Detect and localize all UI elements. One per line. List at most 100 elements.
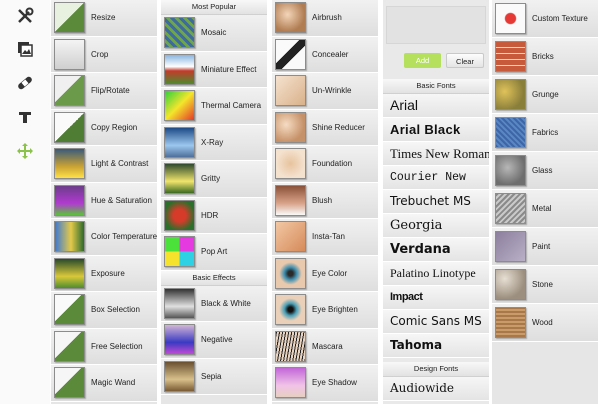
exposure-icon	[54, 257, 85, 289]
tool-label: Color Temperature	[91, 232, 157, 242]
touchup-label: Insta-Tan	[312, 232, 345, 242]
effect-x-ray[interactable]: X-Ray	[161, 124, 267, 161]
effect-label: HDR	[201, 210, 219, 220]
font-times-new-roman[interactable]: Times New Roman	[383, 142, 489, 166]
tool-crop[interactable]: Crop	[51, 36, 157, 73]
effect-negative[interactable]: Negative	[161, 322, 267, 359]
texture-label: Wood	[532, 318, 553, 327]
wood-icon	[495, 307, 526, 338]
tool-magic-wand[interactable]: Magic Wand	[51, 365, 157, 402]
tool-label: Crop	[91, 49, 109, 59]
tool-resize[interactable]: Resize	[51, 0, 157, 37]
font-arial[interactable]: Arial	[383, 94, 489, 118]
texture-grunge[interactable]: Grunge	[492, 76, 598, 114]
font-georgia[interactable]: Georgia	[383, 214, 489, 238]
tool-label: Light & Contrast	[91, 159, 149, 169]
tools-icon[interactable]	[14, 5, 36, 27]
texture-wood[interactable]: Wood	[492, 304, 598, 342]
flip-rotate-icon	[54, 75, 85, 107]
mosaic-icon	[164, 17, 195, 49]
touchup-blush[interactable]: Blush	[272, 182, 378, 219]
tool-color-temperature[interactable]: Color Temperature	[51, 219, 157, 256]
font-audiowide[interactable]: Audiowide	[383, 377, 489, 401]
crop-icon	[54, 38, 85, 70]
font-comic-sans-ms[interactable]: Comic Sans MS	[383, 310, 489, 334]
effects-column: Most Popular Mosaic Miniature Effect The…	[161, 0, 267, 404]
tool-label: Copy Region	[91, 122, 138, 132]
texture-custom[interactable]: Custom Texture	[492, 0, 598, 38]
effect-sepia[interactable]: Sepia	[161, 358, 267, 395]
text-input-area[interactable]	[386, 6, 486, 44]
texture-label: Custom Texture	[532, 14, 588, 23]
touchup-label: Un-Wrinkle	[312, 86, 352, 96]
un-wrinkle-icon	[275, 75, 306, 107]
touchup-mascara[interactable]: Mascara	[272, 328, 378, 365]
move-icon[interactable]	[14, 140, 36, 162]
add-button[interactable]: Add	[404, 53, 441, 68]
resize-icon	[54, 2, 85, 34]
effect-label: Sepia	[201, 371, 222, 381]
effect-pop-art[interactable]: Pop Art	[161, 234, 267, 271]
touchup-eye-color[interactable]: Eye Color	[272, 255, 378, 292]
eye-brighten-icon	[275, 294, 306, 326]
touchup-label: Blush	[312, 195, 333, 205]
effect-miniature[interactable]: Miniature Effect	[161, 51, 267, 88]
effect-mosaic[interactable]: Mosaic	[161, 15, 267, 52]
font-courier-new[interactable]: Courier New	[383, 166, 489, 190]
texture-bricks[interactable]: Bricks	[492, 38, 598, 76]
effect-black-white[interactable]: Black & White	[161, 285, 267, 322]
effect-thermal-camera[interactable]: Thermal Camera	[161, 88, 267, 125]
metal-icon	[495, 193, 526, 224]
font-arial-black[interactable]: Arial Black	[383, 118, 489, 142]
box-selection-icon	[54, 294, 85, 326]
tool-hue-saturation[interactable]: Hue & Saturation	[51, 182, 157, 219]
font-tahoma[interactable]: Tahoma	[383, 334, 489, 358]
font-impact[interactable]: Impact	[383, 286, 489, 310]
band-aid-icon[interactable]	[14, 72, 36, 94]
tool-copy-region[interactable]: Copy Region	[51, 109, 157, 146]
tool-box-selection[interactable]: Box Selection	[51, 292, 157, 329]
section-header-design-fonts: Design Fonts	[383, 362, 489, 377]
free-selection-icon	[54, 330, 85, 362]
clear-button[interactable]: Clear	[446, 53, 484, 68]
texture-stone[interactable]: Stone	[492, 266, 598, 304]
tool-free-selection[interactable]: Free Selection	[51, 328, 157, 365]
texture-fabrics[interactable]: Fabrics	[492, 114, 598, 152]
tool-label: Resize	[91, 13, 116, 23]
effect-label: Mosaic	[201, 28, 227, 38]
tool-light-contrast[interactable]: Light & Contrast	[51, 146, 157, 183]
font-trebuchet-ms[interactable]: Trebuchet MS	[383, 190, 489, 214]
texture-metal[interactable]: Metal	[492, 190, 598, 228]
tool-exposure[interactable]: Exposure	[51, 255, 157, 292]
paint-icon	[495, 231, 526, 262]
photo-icon[interactable]	[14, 38, 36, 60]
texture-label: Metal	[532, 204, 552, 213]
font-verdana[interactable]: Verdana	[383, 238, 489, 262]
font-palatino-linotype[interactable]: Palatino Linotype	[383, 262, 489, 286]
touchup-label: Mascara	[312, 341, 343, 351]
touchup-airbrush[interactable]: Airbrush	[272, 0, 378, 37]
effect-gritty[interactable]: Gritty	[161, 161, 267, 198]
stone-icon	[495, 269, 526, 300]
tool-label: Flip/Rotate	[91, 86, 130, 96]
texture-paint[interactable]: Paint	[492, 228, 598, 266]
touchup-eye-brighten[interactable]: Eye Brighten	[272, 292, 378, 329]
touchup-foundation[interactable]: Foundation	[272, 146, 378, 183]
touchup-label: Eye Shadow	[312, 378, 357, 388]
texture-glass[interactable]: Glass	[492, 152, 598, 190]
touchup-concealer[interactable]: Concealer	[272, 36, 378, 73]
tool-label: Magic Wand	[91, 378, 136, 388]
touchup-label: Airbrush	[312, 13, 342, 23]
touchup-insta-tan[interactable]: Insta-Tan	[272, 219, 378, 256]
airbrush-icon	[275, 2, 306, 34]
insta-tan-icon	[275, 221, 306, 253]
tool-flip-rotate[interactable]: Flip/Rotate	[51, 73, 157, 110]
touchup-eye-shadow[interactable]: Eye Shadow	[272, 365, 378, 402]
effect-hdr[interactable]: HDR	[161, 197, 267, 234]
color-temperature-icon	[54, 221, 85, 253]
effect-label: Gritty	[201, 174, 221, 184]
touchup-un-wrinkle[interactable]: Un-Wrinkle	[272, 73, 378, 110]
touchup-shine-reducer[interactable]: Shine Reducer	[272, 109, 378, 146]
magic-wand-icon	[54, 367, 85, 399]
text-icon[interactable]	[14, 106, 36, 128]
